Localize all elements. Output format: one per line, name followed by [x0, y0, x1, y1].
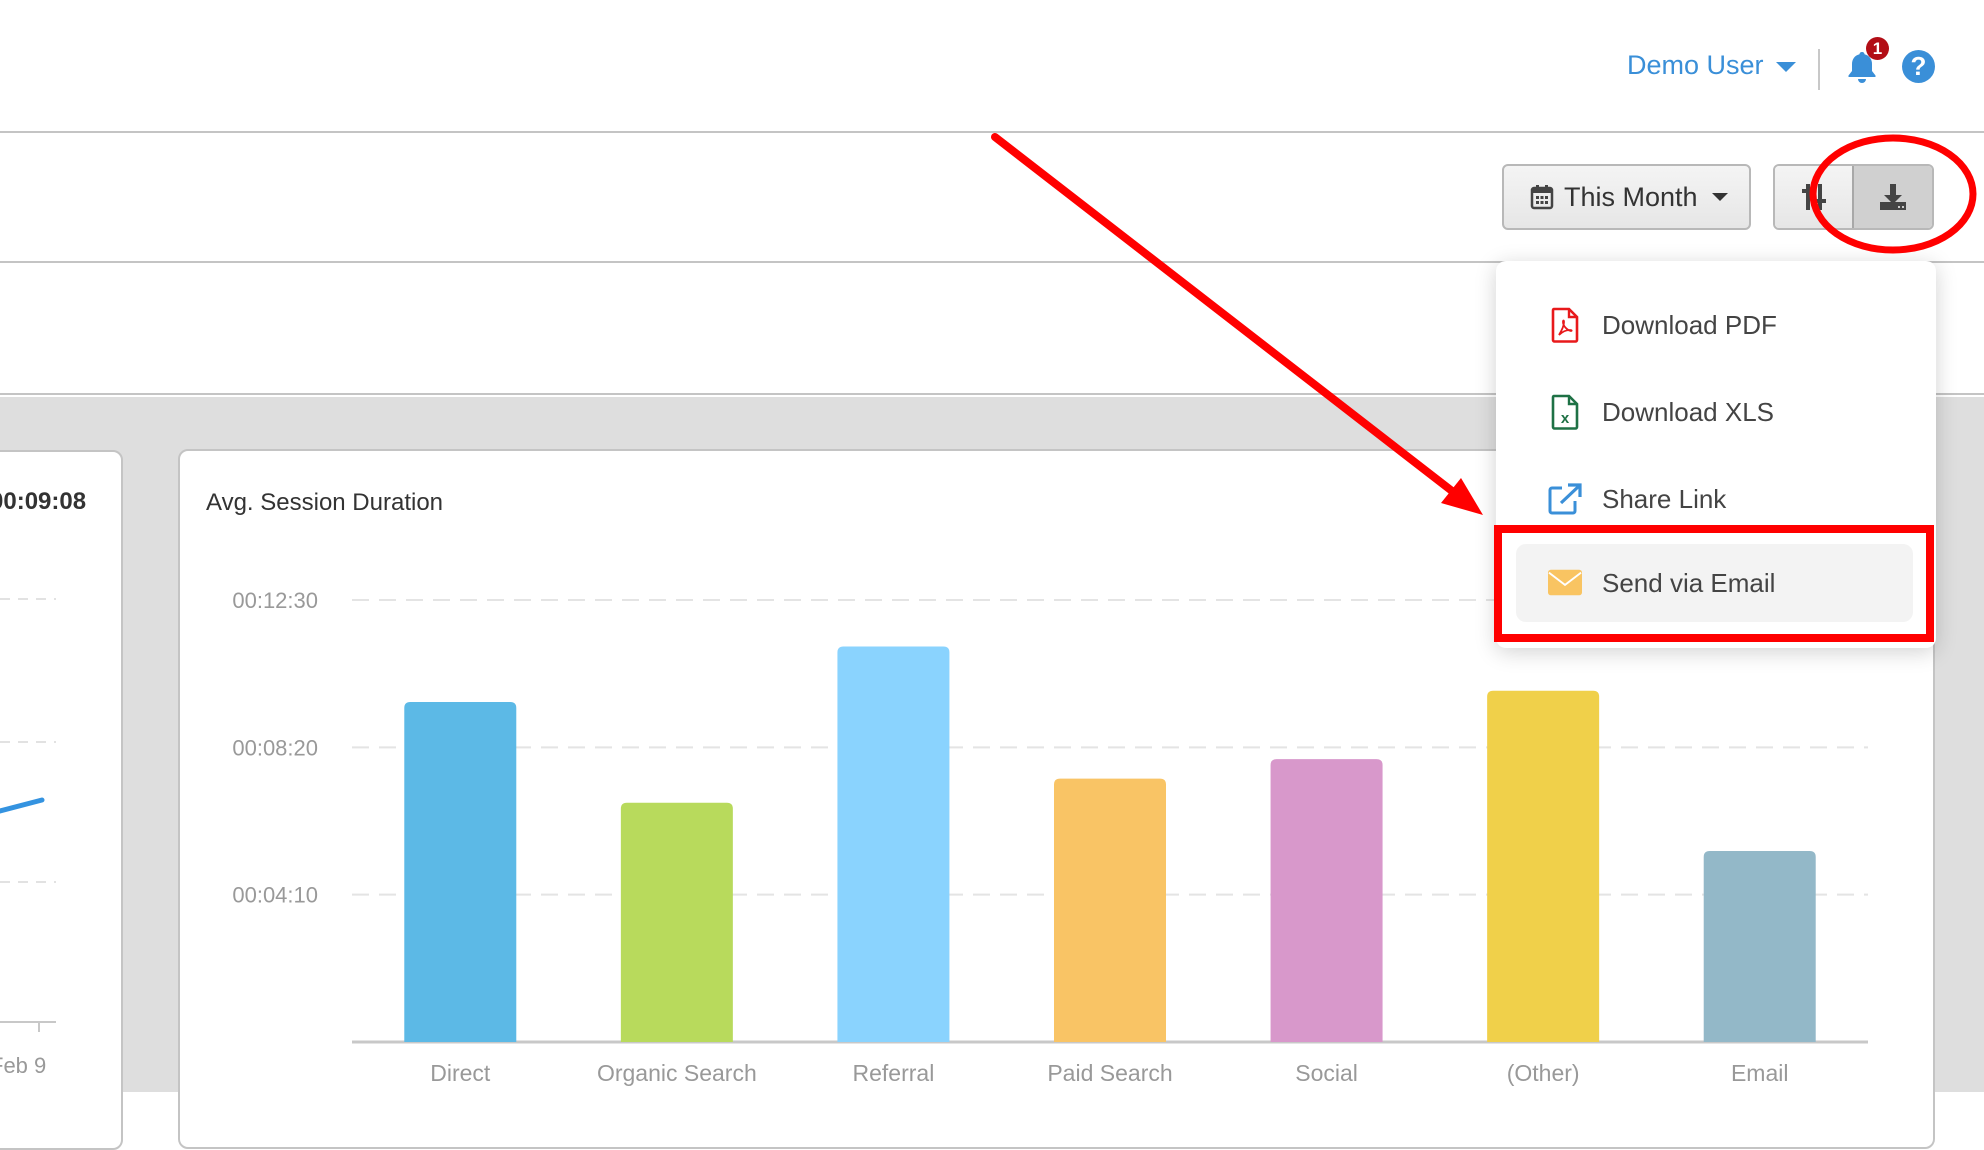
chart-title: Avg. Session Duration	[206, 489, 444, 516]
date-range-dropdown[interactable]: This Month	[1502, 164, 1751, 230]
help-icon[interactable]: ?	[1902, 50, 1935, 83]
menu-item-download-pdf[interactable]: Download PDF	[1516, 286, 1913, 364]
calendar-icon	[1530, 185, 1554, 210]
left-line-chart	[0, 598, 56, 1032]
bar-paid-search[interactable]	[1054, 778, 1166, 1042]
date-range-label: This Month	[1564, 181, 1698, 212]
bar-referral[interactable]	[837, 646, 950, 1042]
notification-badge: 1	[1866, 37, 1889, 60]
download-button[interactable]	[1854, 166, 1932, 228]
menu-item-download-xls[interactable]: x Download XLS	[1516, 373, 1913, 451]
caret-down-icon	[1775, 62, 1796, 72]
bar-email[interactable]	[1703, 851, 1816, 1042]
menu-item-label: Download PDF	[1602, 309, 1777, 340]
bar-social[interactable]	[1270, 759, 1383, 1042]
metric-value: 00:09:08	[0, 488, 87, 515]
caret-down-icon	[1711, 193, 1728, 201]
user-menu[interactable]: Demo User	[1627, 50, 1796, 81]
svg-text:x: x	[1561, 410, 1570, 427]
annotation-highlight-box	[1494, 525, 1934, 642]
header-divider	[1818, 49, 1820, 90]
bar-other[interactable]	[1487, 690, 1600, 1042]
file-pdf-icon	[1548, 307, 1582, 343]
sliders-icon	[1801, 184, 1826, 210]
x-tick-label: Feb 9	[0, 1053, 47, 1078]
filter-button[interactable]	[1775, 166, 1854, 228]
external-link-icon	[1548, 481, 1582, 517]
toolbar-button-group	[1773, 164, 1934, 230]
menu-item-label: Download XLS	[1602, 396, 1774, 427]
bar-organic-search[interactable]	[620, 802, 733, 1042]
menu-item-label: Share Link	[1602, 483, 1727, 514]
file-excel-icon: x	[1548, 394, 1582, 430]
series-line	[0, 797, 45, 814]
bar-direct[interactable]	[404, 701, 517, 1042]
user-name: Demo User	[1627, 50, 1764, 80]
download-icon	[1880, 184, 1906, 210]
